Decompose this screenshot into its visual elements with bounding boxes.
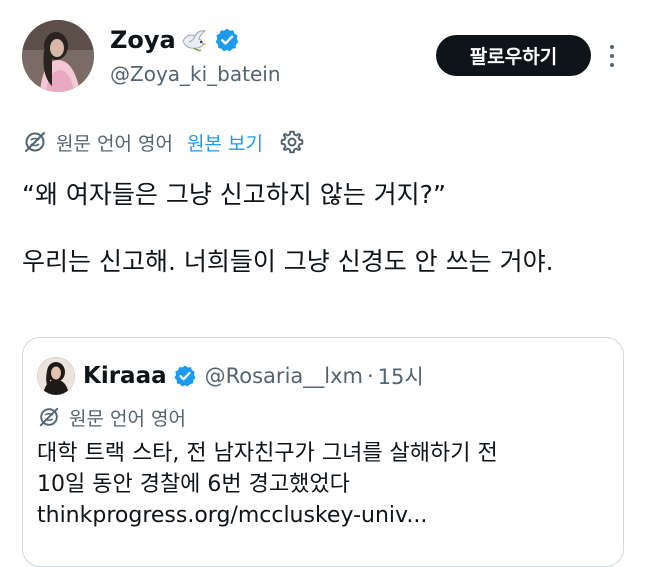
- translation-language-label: 원문 언어 영어: [56, 132, 173, 155]
- author-display-name[interactable]: Zoya: [110, 26, 176, 54]
- quoted-text-line: 10일 동안 경찰에 6번 경고했었다: [37, 472, 350, 497]
- translate-icon: [22, 129, 48, 155]
- verified-badge-icon[interactable]: [214, 27, 240, 53]
- translate-icon: [37, 405, 61, 429]
- settings-gear-icon[interactable]: [279, 129, 305, 155]
- more-dot: [610, 45, 614, 49]
- quoted-translation-row: 원문 언어 영어: [37, 402, 186, 432]
- dove-emoji-icon: [180, 27, 208, 53]
- quoted-tweet-header: Kiraaa @Rosaria__lxm · 15시: [37, 356, 424, 396]
- avatar-photo-icon: [37, 357, 75, 395]
- author-handle[interactable]: @Zoya_ki_batein: [110, 62, 281, 86]
- tweet-paragraph: “왜 여자들은 그냥 신고하지 않는 거지?”: [22, 180, 446, 209]
- more-dot: [610, 63, 614, 67]
- more-vertical-icon[interactable]: [602, 40, 622, 72]
- quoted-author-display-name[interactable]: Kiraaa: [83, 363, 167, 389]
- quoted-author-avatar[interactable]: [37, 357, 75, 395]
- tweet-text: “왜 여자들은 그냥 신고하지 않는 거지?” 우리는 신고해. 너희들이 그냥…: [22, 176, 612, 280]
- tweet-paragraph: 우리는 신고해. 너희들이 그냥 신경도 안 쓰는 거야.: [22, 247, 554, 276]
- follow-button[interactable]: 팔로우하기: [436, 35, 591, 76]
- quoted-link[interactable]: thinkprogress.org/mccluskey-univ...: [37, 500, 617, 531]
- quoted-tweet-text: 대학 트랙 스타, 전 남자친구가 그녀를 살해하기 전 10일 동안 경찰에 …: [37, 438, 617, 531]
- separator-dot: ·: [367, 364, 374, 388]
- verified-badge-icon[interactable]: [173, 364, 197, 388]
- quoted-author-handle[interactable]: @Rosaria__lxm: [205, 364, 363, 388]
- quoted-translation-language-label: 원문 언어 영어: [69, 407, 186, 430]
- author-name-row[interactable]: Zoya: [110, 22, 240, 58]
- more-dot: [610, 54, 614, 58]
- author-avatar[interactable]: [22, 20, 94, 92]
- quoted-tweet-card[interactable]: Kiraaa @Rosaria__lxm · 15시 원문 언어 영어 대학 트…: [22, 337, 624, 567]
- avatar-photo-icon: [22, 20, 94, 92]
- quoted-text-line: 대학 트랙 스타, 전 남자친구가 그녀를 살해하기 전: [37, 441, 498, 466]
- quoted-tweet-time[interactable]: 15시: [378, 361, 424, 391]
- translation-row: 원문 언어 영어 원본 보기: [22, 126, 305, 158]
- show-original-link[interactable]: 원본 보기: [187, 129, 263, 156]
